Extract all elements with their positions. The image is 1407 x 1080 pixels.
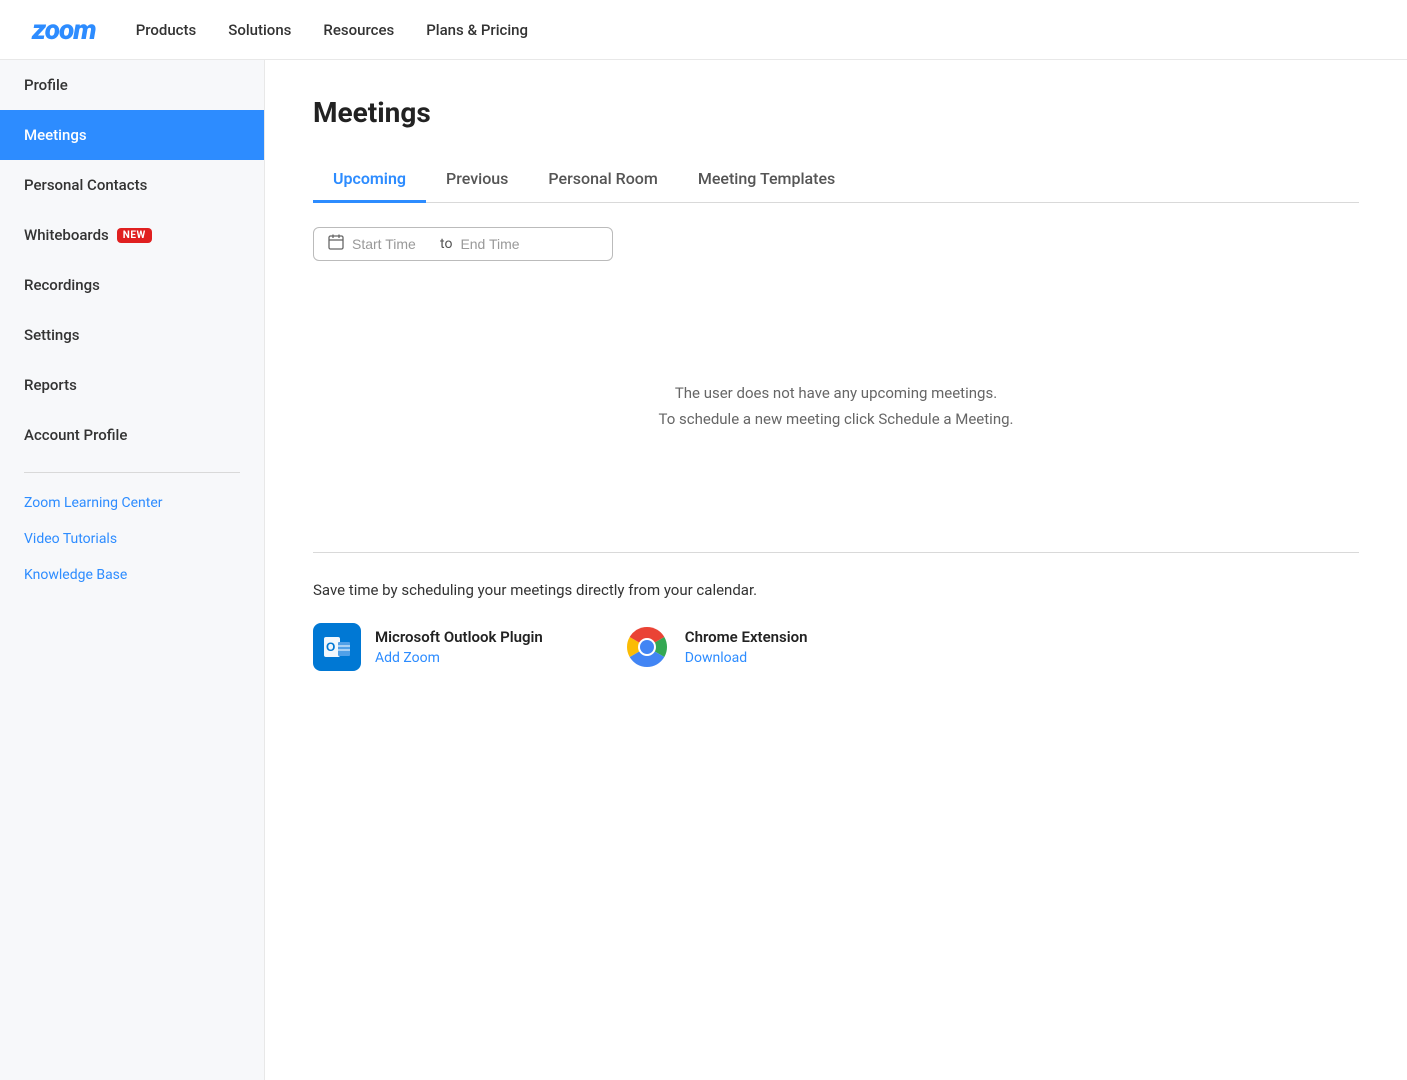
outlook-plugin-info: Microsoft Outlook Plugin Add Zoom [375,628,543,666]
new-badge: NEW [117,228,152,243]
date-separator: to [440,236,452,252]
sidebar-item-reports[interactable]: Reports [0,360,264,410]
sidebar: Profile Meetings Personal Contacts White… [0,60,265,1080]
nav-links: Products Solutions Resources Plans & Pri… [136,20,528,39]
sidebar-link-video-tutorials[interactable]: Video Tutorials [0,521,264,557]
chrome-plugin-info: Chrome Extension Download [685,628,808,666]
chrome-plugin-name: Chrome Extension [685,628,808,646]
end-time-input[interactable] [460,236,540,252]
footer-save-text: Save time by scheduling your meetings di… [313,581,1359,599]
sidebar-item-recordings[interactable]: Recordings [0,260,264,310]
sidebar-item-whiteboards[interactable]: Whiteboards NEW [0,210,264,260]
zoom-logo[interactable]: zoom [32,13,96,46]
chrome-icon [623,623,671,671]
nav-solutions[interactable]: Solutions [228,21,291,39]
footer-section: Save time by scheduling your meetings di… [313,552,1359,671]
nav-plans[interactable]: Plans & Pricing [426,21,528,39]
nav-resources[interactable]: Resources [323,21,394,39]
empty-state: The user does not have any upcoming meet… [313,301,1359,492]
layout: Profile Meetings Personal Contacts White… [0,60,1407,1080]
chrome-plugin: Chrome Extension Download [623,623,808,671]
sidebar-item-settings[interactable]: Settings [0,310,264,360]
tab-upcoming[interactable]: Upcoming [313,157,426,203]
svg-text:O: O [326,640,335,654]
outlook-add-zoom-link[interactable]: Add Zoom [375,650,543,666]
sidebar-link-learning-center[interactable]: Zoom Learning Center [0,485,264,521]
sidebar-link-knowledge-base[interactable]: Knowledge Base [0,557,264,593]
tab-previous[interactable]: Previous [426,157,528,203]
nav-products[interactable]: Products [136,21,197,39]
start-time-input[interactable] [352,236,432,252]
main-content: Meetings Upcoming Previous Personal Room… [265,60,1407,1080]
page-title: Meetings [313,96,1359,129]
empty-line2: To schedule a new meeting click Schedule… [659,407,1014,433]
top-nav: zoom Products Solutions Resources Plans … [0,0,1407,60]
sidebar-item-profile[interactable]: Profile [0,60,264,110]
plugins-row: O Microsoft Outlook Plugin Add Zoom [313,623,1359,671]
empty-line1: The user does not have any upcoming meet… [675,381,997,407]
outlook-icon: O [313,623,361,671]
sidebar-item-account-profile[interactable]: Account Profile [0,410,264,460]
sidebar-divider [24,472,240,473]
tab-meeting-templates[interactable]: Meeting Templates [678,157,855,203]
calendar-icon [328,234,344,254]
tab-personal-room[interactable]: Personal Room [528,157,677,203]
tabs: Upcoming Previous Personal Room Meeting … [313,157,1359,203]
sidebar-item-meetings[interactable]: Meetings [0,110,264,160]
outlook-plugin-name: Microsoft Outlook Plugin [375,628,543,646]
date-range-container: to [313,227,613,261]
chrome-download-link[interactable]: Download [685,650,808,666]
outlook-plugin: O Microsoft Outlook Plugin Add Zoom [313,623,543,671]
sidebar-item-personal-contacts[interactable]: Personal Contacts [0,160,264,210]
